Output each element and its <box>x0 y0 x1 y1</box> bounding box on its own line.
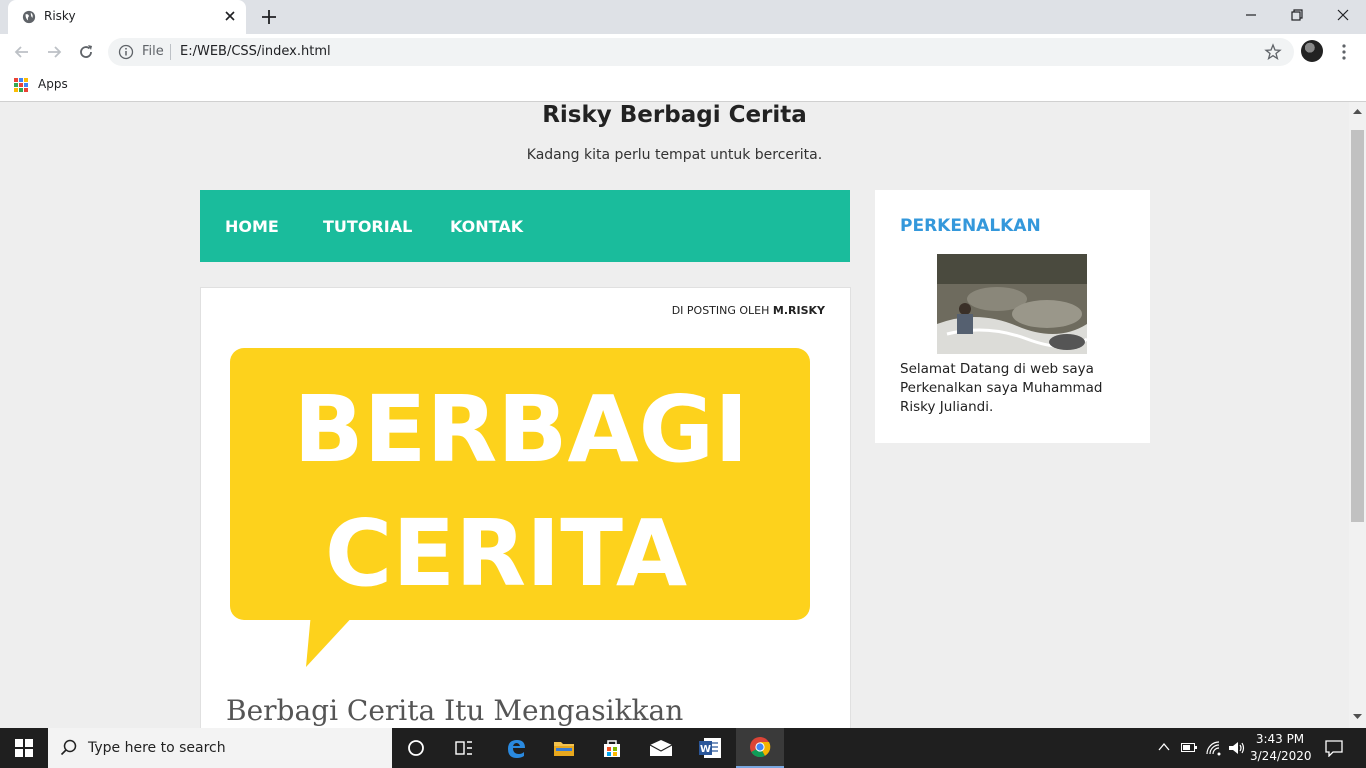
widget-title: PERKENALKAN <box>900 216 1041 236</box>
blog-post-card: DI POSTING OLEH M.RISKY BERBAGI CERITA B… <box>200 287 851 728</box>
battery-icon[interactable] <box>1181 742 1197 753</box>
edge-browser-icon <box>508 740 525 758</box>
info-icon[interactable] <box>118 44 134 60</box>
windows-logo-icon <box>15 739 33 757</box>
tab-title: Risky <box>44 9 76 23</box>
clock-time: 3:43 PM <box>1255 732 1305 746</box>
store-bag-icon <box>604 740 620 757</box>
apps-grid-icon[interactable] <box>14 78 28 92</box>
cortana-button[interactable] <box>392 728 440 768</box>
wifi-icon[interactable] <box>1205 740 1223 756</box>
scrollbar-thumb[interactable] <box>1351 130 1364 522</box>
start-button[interactable] <box>0 728 48 768</box>
store-app-button[interactable] <box>588 728 636 768</box>
word-icon: W <box>699 738 721 758</box>
word-app-button[interactable]: W <box>686 728 734 768</box>
scroll-up-icon[interactable] <box>1353 108 1362 114</box>
url-scheme-label: File <box>142 44 164 59</box>
search-icon <box>60 739 77 756</box>
site-title: Risky Berbagi Cerita <box>542 102 807 128</box>
taskbar-search-box[interactable]: Type here to search <box>48 728 392 768</box>
notification-icon[interactable] <box>1325 739 1343 757</box>
file-explorer-button[interactable] <box>540 728 588 768</box>
nav-home-link[interactable]: HOME <box>225 217 279 236</box>
chrome-icon <box>750 737 771 758</box>
windows-taskbar: Type here to search W 3:43 PM 3/24/2020 <box>0 728 1366 768</box>
omnibox-divider <box>170 44 171 60</box>
bookmarks-bar: Apps <box>0 71 1366 102</box>
close-tab-icon[interactable] <box>222 8 238 24</box>
clock-date: 3/24/2020 <box>1250 749 1312 763</box>
back-arrow-icon[interactable] <box>12 42 32 62</box>
browser-toolbar: File E:/WEB/CSS/index.html <box>0 34 1366 71</box>
hero-text-line1: BERBAGI <box>294 376 749 483</box>
close-icon <box>1337 9 1349 21</box>
post-byline: DI POSTING OLEH M.RISKY <box>672 304 825 317</box>
address-bar[interactable]: File E:/WEB/CSS/index.html <box>108 38 1294 66</box>
cortana-circle-icon <box>408 740 424 756</box>
sidebar-widget: PERKENALKAN Selamat Datang di web saya P… <box>875 190 1150 443</box>
close-window-button[interactable] <box>1320 0 1366 30</box>
edge-app-button[interactable] <box>492 728 540 768</box>
mail-envelope-icon <box>649 740 673 756</box>
scroll-down-icon[interactable] <box>1353 714 1362 720</box>
browser-tab[interactable]: Risky <box>8 0 246 34</box>
search-placeholder: Type here to search <box>88 740 226 756</box>
nav-tutorial-link[interactable]: TUTORIAL <box>323 217 412 236</box>
folder-icon <box>554 742 574 756</box>
reload-icon[interactable] <box>76 42 96 62</box>
tab-strip: Risky <box>0 0 1366 34</box>
restore-button[interactable] <box>1274 0 1320 30</box>
site-subtitle: Kadang kita perlu tempat untuk bercerita… <box>526 147 823 163</box>
mail-app-button[interactable] <box>637 728 685 768</box>
minimize-button[interactable] <box>1228 0 1274 30</box>
nav-kontak-link[interactable]: KONTAK <box>450 217 523 236</box>
url-text[interactable]: E:/WEB/CSS/index.html <box>180 44 331 59</box>
globe-icon <box>22 10 36 24</box>
profile-avatar[interactable] <box>1301 40 1323 62</box>
byline-prefix: DI POSTING OLEH <box>671 304 773 317</box>
vertical-scrollbar[interactable] <box>1349 102 1366 728</box>
volume-icon[interactable] <box>1228 740 1246 756</box>
tray-chevron-up-icon[interactable] <box>1158 742 1170 752</box>
berbagi-cerita-hero-image: BERBAGI CERITA <box>230 348 810 667</box>
system-clock[interactable]: 3:43 PM 3/24/2020 <box>1250 731 1312 765</box>
restore-icon <box>1291 9 1303 21</box>
post-title[interactable]: Berbagi Cerita Itu Mengasikkan <box>226 694 683 727</box>
task-view-button[interactable] <box>440 728 488 768</box>
chrome-app-button[interactable] <box>736 728 784 768</box>
forward-arrow-icon[interactable] <box>44 42 64 62</box>
profile-photo <box>937 254 1087 354</box>
svg-text:W: W <box>700 744 711 755</box>
new-tab-icon[interactable] <box>260 8 278 26</box>
widget-intro-text: Selamat Datang di web saya Perkenalkan s… <box>900 361 1103 415</box>
bookmark-star-icon[interactable] <box>1264 43 1282 61</box>
minimize-icon <box>1246 14 1256 16</box>
task-view-icon <box>455 741 472 755</box>
byline-author: M.RISKY <box>772 304 825 317</box>
kebab-menu-icon[interactable] <box>1336 42 1352 62</box>
main-navbar: HOME TUTORIAL KONTAK <box>200 190 850 262</box>
hero-text-line2: CERITA <box>325 500 687 607</box>
page-viewport: Risky Berbagi Cerita Kadang kita perlu t… <box>0 102 1349 728</box>
apps-bookmark-label[interactable]: Apps <box>38 77 68 91</box>
